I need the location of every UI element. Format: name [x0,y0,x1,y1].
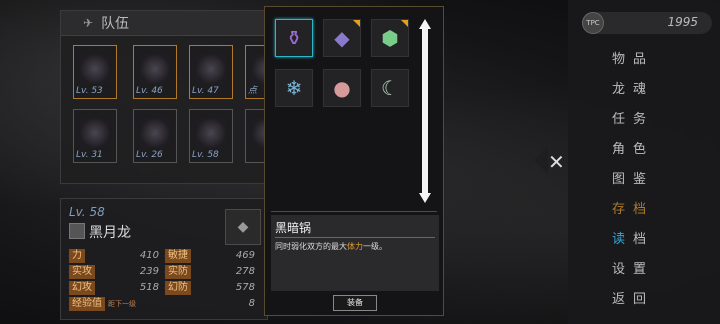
stat-row: 幻攻 518 幻防 578 [69,281,259,295]
team-title: 队伍 [101,16,130,32]
menu-item[interactable]: 存档 [612,198,652,217]
inventory-scrollbar[interactable] [419,19,431,203]
stat-value: 278 [235,266,255,277]
dragon-portrait [140,118,170,148]
item-description-box: 黑暗锅 同时弱化双方的最大体力一级。 [271,215,439,291]
item-icon: ❄ [285,76,303,100]
team-member-slot[interactable]: Lv. 47 [189,45,233,99]
dragon-portrait [196,118,226,148]
character-name: 黑月龙 [89,225,131,241]
team-member-slot[interactable]: Lv. 26 [133,109,177,163]
stat-value: 8 [248,298,255,309]
green-claw-item[interactable]: ☾ [371,69,409,107]
stat-row: 力 410 敏捷 469 [69,249,259,263]
item-icon: ⬢ [381,26,399,50]
inventory-popup: ⚱ ◆ ⬢ ❄ ● ☾ 黑暗锅 同时弱化双方的最大体力一级。 装备 [264,6,444,316]
team-member-slot[interactable]: Lv. 53 [73,45,117,99]
member-level: 点 [248,86,258,96]
currency-icon: TPC [582,12,604,34]
new-item-marker [401,20,408,27]
desc-text-after: 一级。 [363,242,387,251]
dragon-portrait [140,54,170,84]
menu-item[interactable]: 任务 [612,108,652,127]
menu-item[interactable]: 图鉴 [612,168,652,187]
item-icon: ⚱ [285,26,303,50]
menu-item-prefix: 读 [612,232,634,247]
desc-highlight: 体力 [347,242,363,251]
scroll-up-arrow[interactable] [419,19,431,29]
stat-label: 实攻 [69,265,95,279]
stat-value: 518 [139,282,159,293]
new-item-marker [353,20,360,27]
stat-label: 实防 [165,265,191,279]
currency-value: 1995 [667,15,698,29]
team-member-slot[interactable]: Lv. 58 [189,109,233,163]
close-icon[interactable]: ✕ [548,150,565,174]
menu-item[interactable]: 角色 [612,138,652,157]
item-description: 同时弱化双方的最大体力一级。 [275,241,437,253]
menu-item[interactable]: 设置 [612,258,652,277]
blue-scale-item[interactable]: ❄ [275,69,313,107]
stat-value: 410 [139,250,159,261]
item-icon: ● [333,76,351,100]
member-level: Lv. 31 [76,150,103,160]
pink-ore-item[interactable]: ● [323,69,361,107]
team-panel: ✈ 队伍 Lv. 53 Lv. 46 Lv. 47 点 Lv. 31 Lv. 26 Lv. … [60,10,292,184]
scroll-thumb[interactable] [422,29,428,193]
stat-value: 578 [235,282,255,293]
stat-row: 实攻 239 实防 278 [69,265,259,279]
desc-text-before: 同时弱化双方的最大 [275,242,347,251]
member-level: Lv. 26 [136,150,163,160]
equip-button[interactable]: 装备 [333,295,377,311]
scroll-down-arrow[interactable] [419,193,431,203]
close-tab [534,146,548,174]
menu-item[interactable]: 读档 [612,228,652,247]
equipment-slot[interactable]: ◆ [225,209,261,245]
crystal-pendant-item[interactable]: ◆ [323,19,361,57]
character-level: Lv. 58 [69,205,105,219]
stat-value [99,297,159,311]
character-detail-panel: Lv. 58 黑月龙 ◆ 力 410 敏捷 469 实攻 239 实防 278 幻攻 518 幻防 5… [60,198,268,320]
purple-cauldron-item[interactable]: ⚱ [275,19,313,57]
dragon-portrait [80,54,110,84]
team-member-slot[interactable]: Lv. 46 [133,45,177,99]
stat-label: 力 [69,249,85,263]
member-level: Lv. 58 [192,150,219,160]
member-level: Lv. 53 [76,86,103,96]
member-level: Lv. 47 [192,86,219,96]
dragon-portrait [80,118,110,148]
team-member-slot[interactable]: Lv. 31 [73,109,117,163]
stat-row: 经验值 距下一级 8 [69,297,259,311]
stat-value: 469 [235,250,255,261]
team-header: ✈ 队伍 [61,11,291,36]
stat-label: 幻防 [165,281,191,295]
item-title: 黑暗锅 [275,221,312,235]
green-crystal-item[interactable]: ⬢ [371,19,409,57]
currency-bar: TPC 1995 [582,12,712,34]
item-icon: ◆ [334,26,350,50]
item-icon: ☾ [381,76,399,100]
dragon-portrait [196,54,226,84]
menu-item-suffix: 档 [633,232,655,247]
menu-item[interactable]: 物品 [612,48,652,67]
stat-label: 敏捷 [165,249,191,263]
stat-label: 幻攻 [69,281,95,295]
divider [271,211,437,212]
title-underline [275,237,435,238]
menu-item[interactable]: 返回 [612,288,652,307]
dragon-wing-icon: ✈ [83,16,94,30]
member-level: Lv. 46 [136,86,163,96]
element-icon [69,223,85,239]
main-menu-panel: TPC 1995 物品龙魂任务角色图鉴存档读档设置返回 [568,0,720,324]
stat-value: 239 [139,266,159,277]
menu-item[interactable]: 龙魂 [612,78,652,97]
